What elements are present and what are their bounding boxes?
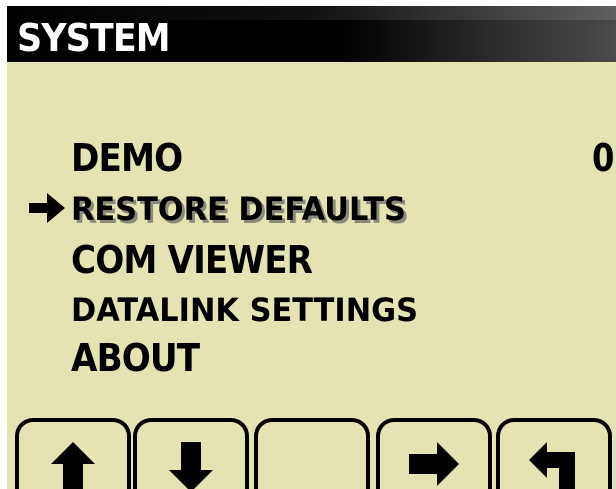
softkey-up[interactable] xyxy=(15,418,131,489)
softkey-bar xyxy=(7,418,616,489)
menu-item-restore-defaults[interactable]: RESTORE DEFAULTS xyxy=(7,186,616,234)
menu-item-label: COM VIEWER xyxy=(71,238,313,282)
softkey-blank[interactable] xyxy=(254,418,370,489)
menu-item-label: ABOUT xyxy=(71,336,200,380)
softkey-down[interactable] xyxy=(133,418,249,489)
device-screen: SYSTEM DEMO 0 RESTORE DEFAULTS COM VIEWE… xyxy=(0,0,616,489)
softkey-back[interactable] xyxy=(496,418,612,489)
menu-item-about[interactable]: ABOUT xyxy=(7,334,616,382)
page-title: SYSTEM xyxy=(17,16,171,60)
menu-item-com-viewer[interactable]: COM VIEWER xyxy=(7,236,616,284)
lcd-display: SYSTEM DEMO 0 RESTORE DEFAULTS COM VIEWE… xyxy=(7,6,616,489)
menu-item-label: DATALINK SETTINGS xyxy=(71,291,419,329)
menu-item-datalink-settings[interactable]: DATALINK SETTINGS xyxy=(7,286,616,334)
menu-item-value: 0 xyxy=(591,136,614,180)
title-bar: SYSTEM xyxy=(7,6,616,62)
softkey-right[interactable] xyxy=(376,418,492,489)
menu-item-label: RESTORE DEFAULTS xyxy=(71,190,406,228)
right-arrow-icon xyxy=(27,188,67,228)
menu-item-label: DEMO xyxy=(71,136,183,180)
menu-item-demo[interactable]: DEMO 0 xyxy=(7,136,616,184)
